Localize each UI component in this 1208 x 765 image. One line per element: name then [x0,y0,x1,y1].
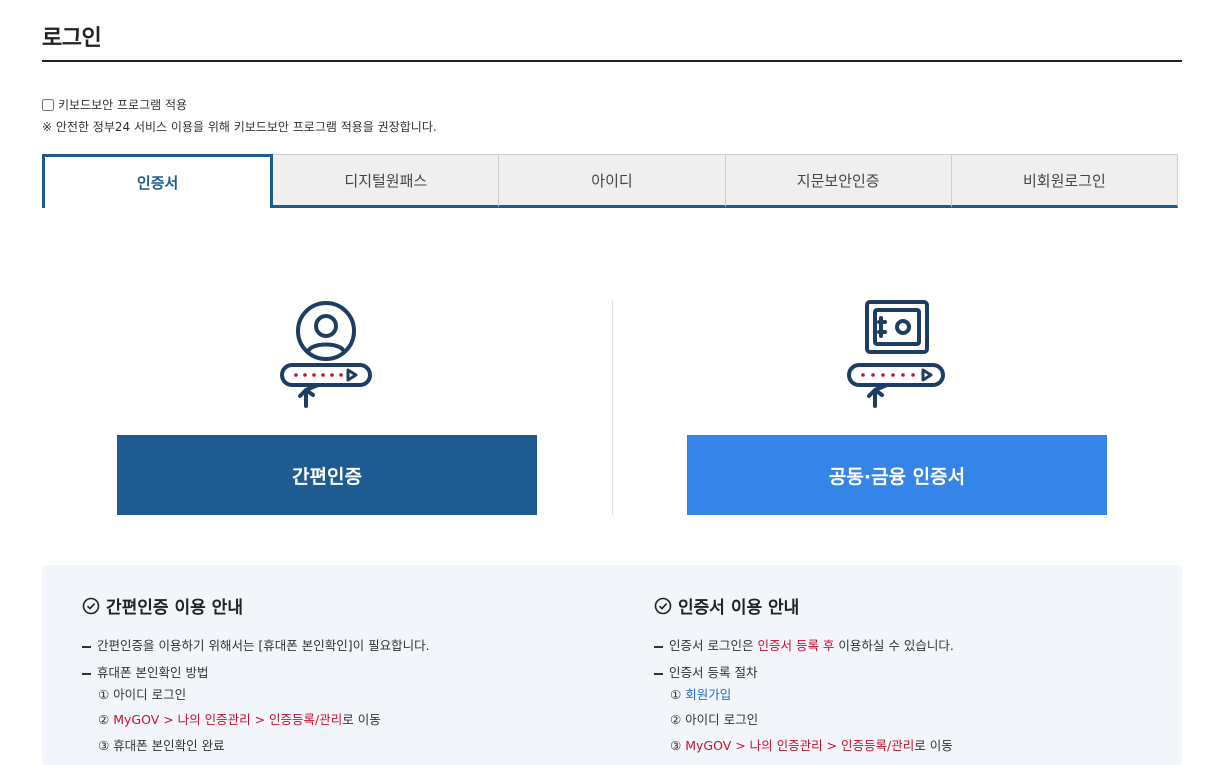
certificate-guide-heading: 인증서 이용 안내 [654,593,799,618]
user-password-icon [280,301,372,408]
keyboard-security-label: 키보드보안 프로그램 적용 [58,98,188,112]
signup-link[interactable]: 회원가입 [685,687,731,702]
guide-step: ① 아이디 로그인 [98,687,187,702]
mygov-path-link[interactable]: MyGOV > 나의 인증관리 > 인증등록/관리 [113,712,342,727]
tab-non-member[interactable]: 비회원로그인 [951,154,1179,208]
certificate-guide-title: 인증서 이용 안내 [678,598,800,618]
usage-guide-panel: 간편인증 이용 안내 간편인증을 이용하기 위해서는 [휴대폰 본인확인]이 필… [42,565,1182,765]
tab-digital-onepass[interactable]: 디지털원패스 [273,154,500,208]
login-method-tabs: 인증서 디지털원패스 아이디 지문보안인증 비회원로그인 [42,154,1179,208]
simple-auth-guide-title: 간편인증 이용 안내 [106,598,243,618]
safe-password-icon [847,300,945,408]
guide-line: 인증서 로그인은 인증서 등록 후 이용하실 수 있습니다. [654,635,954,654]
tab-fingerprint[interactable]: 지문보안인증 [725,154,952,208]
title-divider [42,60,1182,62]
certificate-login-button[interactable]: 공동·금융 인증서 [687,435,1107,515]
keyboard-security-checkbox[interactable] [42,98,54,111]
tab-certificate[interactable]: 인증서 [42,154,274,208]
simple-auth-guide-heading: 간편인증 이용 안내 [82,593,243,618]
simple-auth-button[interactable]: 간편인증 [117,435,537,515]
guide-line: 휴대폰 본인확인 방법 [82,662,208,681]
check-circle-icon [82,597,100,614]
guide-line: 인증서 등록 절차 [654,662,757,681]
guide-step: ② MyGOV > 나의 인증관리 > 인증등록/관리로 이동 [98,712,381,727]
guide-step: ② 아이디 로그인 [670,712,759,727]
guide-line: 간편인증을 이용하기 위해서는 [휴대폰 본인확인]이 필요합니다. [82,635,430,654]
keyboard-security-note: ※ 안전한 정부24 서비스 이용을 위해 키보드보안 프로그램 적용을 권장합… [42,120,437,134]
guide-step: ① 회원가입 [670,687,732,702]
check-circle-icon [654,597,672,614]
options-divider [612,300,613,515]
guide-step: ③ 휴대폰 본인확인 완료 [98,738,225,753]
tab-id[interactable]: 아이디 [499,154,726,208]
page-title: 로그인 [42,26,102,51]
keyboard-security-option[interactable]: 키보드보안 프로그램 적용 [42,96,187,113]
guide-step: ③ MyGOV > 나의 인증관리 > 인증등록/관리로 이동 [670,738,953,753]
